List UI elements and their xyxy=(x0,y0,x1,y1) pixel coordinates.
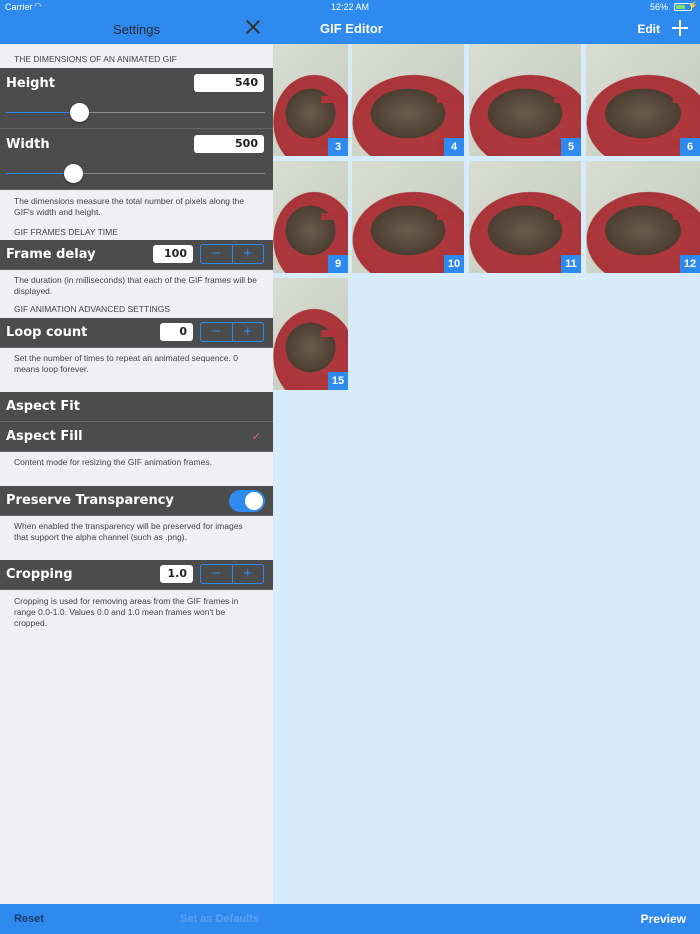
frame-tile[interactable]: 15 xyxy=(273,278,348,390)
dimensions-footnote: The dimensions measure the total number … xyxy=(14,196,245,217)
close-icon[interactable] xyxy=(245,19,261,35)
width-row: Width 500 xyxy=(0,129,273,190)
cropping-field[interactable]: 1.0 xyxy=(160,565,193,583)
frame-number: 3 xyxy=(328,138,348,156)
cropping-row: Cropping 1.0 − + xyxy=(0,560,273,590)
frame-number: 6 xyxy=(680,138,700,156)
loop-count-label: Loop count xyxy=(6,325,88,340)
frame-delay-label: Frame delay xyxy=(6,247,96,262)
cropping-footnote: Cropping is used for removing areas from… xyxy=(14,596,239,628)
height-field[interactable]: 540 xyxy=(194,74,264,92)
delay-footnote: The duration (in milliseconds) that each… xyxy=(14,275,257,296)
frame-delay-field[interactable]: 100 xyxy=(153,245,193,263)
loop-count-field[interactable]: 0 xyxy=(160,323,193,341)
frame-number: 11 xyxy=(561,255,581,273)
settings-navbar: Settings xyxy=(0,14,273,44)
aspect-fill-label: Aspect Fill xyxy=(6,429,83,444)
frame-number: 9 xyxy=(328,255,348,273)
height-label: Height xyxy=(6,76,55,91)
clock: 12:22 AM xyxy=(330,2,370,12)
height-slider-thumb[interactable] xyxy=(69,103,89,122)
editor-toolbar: Preview xyxy=(273,904,700,934)
transparency-row: Preserve Transparency xyxy=(0,486,273,516)
height-slider[interactable] xyxy=(6,103,265,122)
advanced-header: GIF ANIMATION ADVANCED SETTINGS xyxy=(14,304,171,314)
settings-panel: Settings THE DIMENSIONS OF AN ANIMATED G… xyxy=(0,14,273,934)
height-row: Height 540 xyxy=(0,68,273,129)
charging-icon: ⚡ xyxy=(688,1,698,10)
dimensions-header: THE DIMENSIONS OF AN ANIMATED GIF xyxy=(14,54,177,64)
transparency-toggle[interactable] xyxy=(229,490,265,512)
settings-toolbar: Reset Set as Defaults xyxy=(0,904,273,934)
loop-count-row: Loop count 0 − + xyxy=(0,318,273,348)
frame-tile[interactable]: 11 xyxy=(469,161,581,273)
edit-button[interactable]: Edit xyxy=(637,22,660,36)
status-bar: Carrier ◠ 12:22 AM 56% ⚡ xyxy=(0,0,700,14)
frame-tile[interactable]: 5 xyxy=(469,44,581,156)
increment-button[interactable]: + xyxy=(231,323,264,341)
preview-button[interactable]: Preview xyxy=(641,912,686,926)
decrement-button[interactable]: − xyxy=(201,565,232,583)
cropping-label: Cropping xyxy=(6,567,73,582)
frame-tile[interactable]: 3 xyxy=(273,44,348,156)
width-label: Width xyxy=(6,137,50,152)
content-mode-footnote: Content mode for resizing the GIF animat… xyxy=(14,457,212,467)
frame-number: 12 xyxy=(680,255,700,273)
frame-number: 4 xyxy=(444,138,464,156)
aspect-fill-option[interactable]: Aspect Fill ✓ xyxy=(0,422,273,452)
frame-tile[interactable]: 9 xyxy=(273,161,348,273)
frame-number: 5 xyxy=(561,138,581,156)
frame-delay-stepper[interactable]: − + xyxy=(200,244,264,264)
width-slider[interactable] xyxy=(6,164,265,183)
editor-title: GIF Editor xyxy=(320,21,383,36)
cropping-stepper[interactable]: − + xyxy=(200,564,264,584)
transparency-label: Preserve Transparency xyxy=(6,493,174,508)
loop-footnote: Set the number of times to repeat an ani… xyxy=(14,353,238,374)
transparency-footnote: When enabled the transparency will be pr… xyxy=(14,521,243,542)
battery-percentage: 56% xyxy=(649,2,668,12)
add-icon[interactable] xyxy=(672,20,688,36)
loop-count-stepper[interactable]: − + xyxy=(200,322,264,342)
settings-title: Settings xyxy=(113,22,160,37)
aspect-fit-option[interactable]: Aspect Fit xyxy=(0,392,273,422)
frame-tile[interactable]: 12 xyxy=(586,161,700,273)
checkmark-icon: ✓ xyxy=(251,431,261,443)
frame-delay-row: Frame delay 100 − + xyxy=(0,240,273,270)
increment-button[interactable]: + xyxy=(231,565,264,583)
aspect-fit-label: Aspect Fit xyxy=(6,399,80,414)
toggle-knob xyxy=(245,492,263,510)
increment-button[interactable]: + xyxy=(231,245,264,263)
frame-number: 10 xyxy=(444,255,464,273)
frame-tile[interactable]: 6 xyxy=(586,44,700,156)
decrement-button[interactable]: − xyxy=(201,245,232,263)
editor-navbar: GIF Editor Edit xyxy=(273,14,700,44)
width-field[interactable]: 500 xyxy=(194,135,264,153)
frame-number: 15 xyxy=(328,372,348,390)
reset-button[interactable]: Reset xyxy=(14,913,44,925)
frame-tile[interactable]: 4 xyxy=(352,44,464,156)
width-slider-thumb[interactable] xyxy=(64,164,84,183)
set-defaults-button[interactable]: Set as Defaults xyxy=(180,913,259,925)
delay-header: GIF FRAMES DELAY TIME xyxy=(14,227,118,237)
frame-tile[interactable]: 10 xyxy=(352,161,464,273)
decrement-button[interactable]: − xyxy=(201,323,232,341)
